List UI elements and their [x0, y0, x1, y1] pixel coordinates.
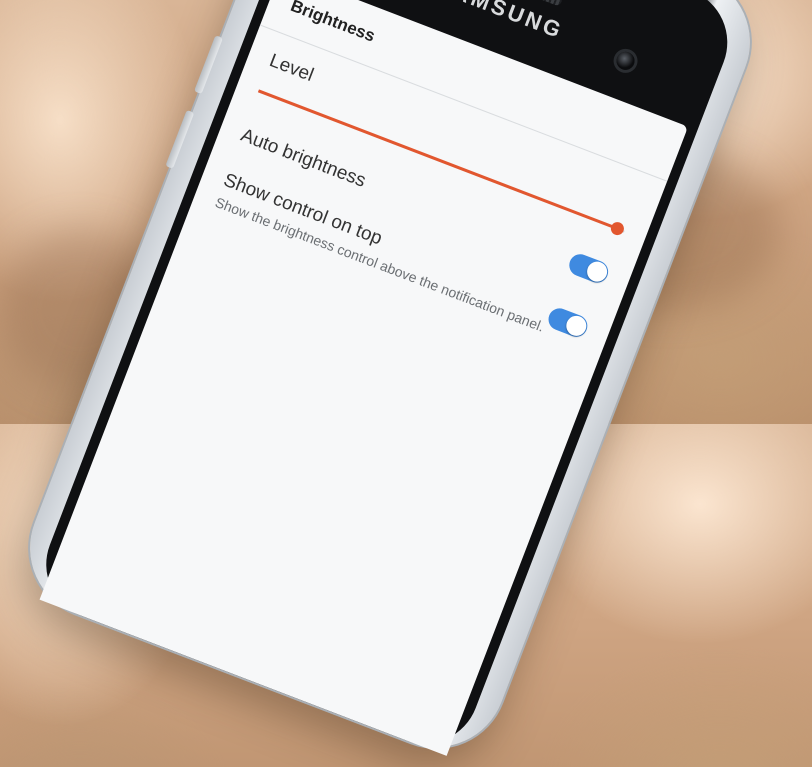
slider-thumb[interactable]	[609, 220, 626, 238]
settings-screen: Brightness Level Auto brightness Show co…	[39, 0, 689, 756]
phone: SAMSUNG Brightness Level Auto brightness	[9, 0, 771, 767]
show-control-toggle[interactable]	[545, 305, 591, 341]
volume-up-button[interactable]	[194, 35, 223, 95]
toggle-knob	[563, 313, 590, 340]
phone-bezel: SAMSUNG Brightness Level Auto brightness	[30, 0, 744, 760]
page-title: Brightness	[288, 0, 378, 46]
volume-down-button[interactable]	[165, 109, 195, 169]
